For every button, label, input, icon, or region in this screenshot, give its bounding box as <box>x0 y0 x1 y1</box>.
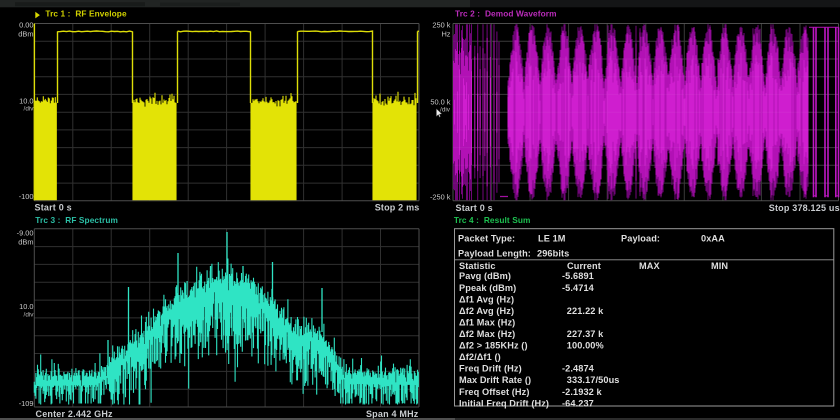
svg-text:Trc 2 : Demod Waveform: Trc 2 : Demod Waveform <box>455 9 557 19</box>
svg-text:Current: Current <box>567 261 601 271</box>
svg-text:-109: -109 <box>19 399 34 408</box>
svg-text:Freq Drift (Hz): Freq Drift (Hz) <box>459 364 522 374</box>
svg-text:-100: -100 <box>19 192 34 201</box>
svg-text:100.00%: 100.00% <box>567 341 604 351</box>
svg-text:-5.6891: -5.6891 <box>562 271 594 281</box>
svg-text:250 k: 250 k <box>432 20 450 29</box>
svg-text:-2.1932 k: -2.1932 k <box>562 387 603 397</box>
svg-text:227.37 k: 227.37 k <box>567 329 604 339</box>
svg-text:Δf2/Δf1 (): Δf2/Δf1 () <box>459 352 501 362</box>
svg-text:0.00: 0.00 <box>19 20 33 29</box>
svg-text:Δf2 Max (Hz): Δf2 Max (Hz) <box>459 329 515 339</box>
svg-text:Span 4 MHz: Span 4 MHz <box>366 409 419 419</box>
svg-text:MAX: MAX <box>639 261 660 271</box>
svg-text:Center 2.442 GHz: Center 2.442 GHz <box>36 409 114 419</box>
svg-text:Payload Length:: Payload Length: <box>458 248 531 258</box>
svg-text:-2.4874: -2.4874 <box>562 364 595 374</box>
svg-text:10.0: 10.0 <box>19 96 33 105</box>
svg-text:/div: /div <box>24 311 35 318</box>
svg-text:Start 0 s: Start 0 s <box>35 203 72 213</box>
svg-text:Hz: Hz <box>441 29 450 38</box>
svg-text:Max Drift Rate (): Max Drift Rate () <box>459 375 531 385</box>
svg-text:LE 1M: LE 1M <box>538 233 566 243</box>
svg-text:MIN: MIN <box>711 261 728 271</box>
svg-text:Freq Offset (Hz): Freq Offset (Hz) <box>459 387 530 397</box>
svg-text:221.22 k: 221.22 k <box>567 306 604 316</box>
svg-text:Δf2 > 185KHz (): Δf2 > 185KHz () <box>459 341 528 351</box>
svg-text:Statistic: Statistic <box>459 261 496 271</box>
svg-text:Trc 3 : RF Spectrum: Trc 3 : RF Spectrum <box>35 215 118 225</box>
svg-text:Stop 378.125 us: Stop 378.125 us <box>769 203 840 213</box>
svg-text:Stop 2 ms: Stop 2 ms <box>375 203 420 213</box>
svg-text:-9.00: -9.00 <box>17 228 34 237</box>
svg-text:Δf1 Avg (Hz): Δf1 Avg (Hz) <box>459 294 514 304</box>
svg-text:Δf2 Avg (Hz): Δf2 Avg (Hz) <box>459 306 514 316</box>
svg-text:0xAA: 0xAA <box>701 233 725 243</box>
svg-text:/div: /div <box>24 106 35 113</box>
svg-text:Trc 1 : RF Envelope: Trc 1 : RF Envelope <box>45 9 127 19</box>
svg-text:dBm: dBm <box>18 237 33 246</box>
svg-text:Ppeak (dBm): Ppeak (dBm) <box>459 283 516 293</box>
svg-text:dBm: dBm <box>18 29 33 38</box>
svg-text:10.0: 10.0 <box>19 302 33 311</box>
svg-text:-64.237: -64.237 <box>562 398 594 408</box>
svg-text:Initial Freq Drift (Hz): Initial Freq Drift (Hz) <box>459 398 549 408</box>
svg-text:Trc 4 : Result Sum: Trc 4 : Result Sum <box>454 215 531 225</box>
svg-text:-5.4714: -5.4714 <box>562 283 595 293</box>
svg-text:-250 k: -250 k <box>430 193 451 202</box>
svg-text:/div: /div <box>440 107 451 114</box>
svg-text:Pavg (dBm): Pavg (dBm) <box>459 271 511 281</box>
svg-text:296bits: 296bits <box>537 248 569 258</box>
svg-text:333.17/50us: 333.17/50us <box>567 375 620 385</box>
svg-text:Packet Type:: Packet Type: <box>458 233 515 243</box>
svg-text:Payload:: Payload: <box>621 233 660 243</box>
svg-text:50.0 k: 50.0 k <box>430 97 450 106</box>
svg-text:Δf1 Max (Hz): Δf1 Max (Hz) <box>459 317 515 327</box>
svg-text:Start 0 s: Start 0 s <box>456 203 493 213</box>
